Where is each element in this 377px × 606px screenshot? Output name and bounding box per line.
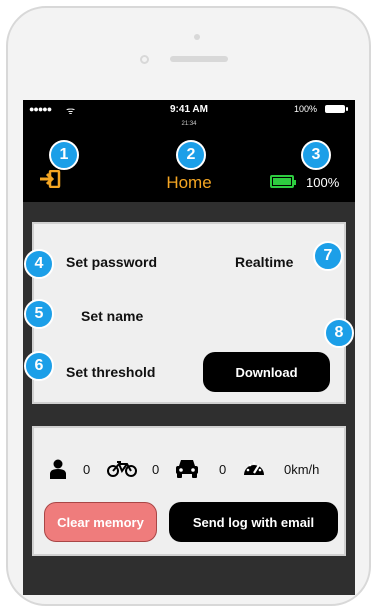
bicycle-icon [107, 461, 137, 477]
send-log-button[interactable]: Send log with email [169, 502, 338, 542]
bottom-bar [23, 566, 355, 595]
callout-badge-6: 6 [24, 351, 54, 381]
callout-badge-2: 2 [176, 140, 206, 170]
bike-count: 0 [152, 462, 160, 477]
status-bar: ●●●●● ᯤ 9:41 AM 21:34 100% [23, 100, 355, 140]
callout-badge-5: 5 [24, 299, 54, 329]
car-count: 0 [219, 462, 227, 477]
set-name-link[interactable]: Set name [81, 308, 143, 324]
callout-badge-8: 8 [324, 318, 354, 348]
set-threshold-link[interactable]: Set threshold [66, 364, 155, 380]
counters-row: 0 0 0 0km/h [49, 455, 349, 485]
status-subtime: 21:34 [181, 121, 197, 127]
callout-badge-7: 7 [313, 241, 343, 271]
status-battery-percent: 100% [293, 104, 317, 114]
callout-badge-3: 3 [301, 140, 331, 170]
clear-memory-button[interactable]: Clear memory [44, 502, 157, 542]
device-battery-icon [270, 175, 296, 188]
person-icon [50, 459, 66, 479]
speedometer-icon [244, 461, 264, 475]
app-screen: ●●●●● ᯤ 9:41 AM 21:34 100% Home 100% Set… [23, 100, 355, 595]
speed-value: 0km/h [284, 462, 320, 477]
camera-lens [140, 55, 149, 64]
callout-badge-4: 4 [24, 249, 54, 279]
car-icon [176, 460, 198, 478]
callout-badge-1: 1 [49, 140, 79, 170]
person-count: 0 [83, 462, 91, 477]
device-battery-percent: 100% [306, 175, 340, 190]
front-camera [194, 34, 200, 40]
earpiece-speaker [170, 56, 228, 62]
realtime-link[interactable]: Realtime [235, 254, 293, 270]
download-button[interactable]: Download [203, 352, 330, 392]
set-password-link[interactable]: Set password [66, 254, 157, 270]
status-battery-icon [325, 105, 348, 113]
